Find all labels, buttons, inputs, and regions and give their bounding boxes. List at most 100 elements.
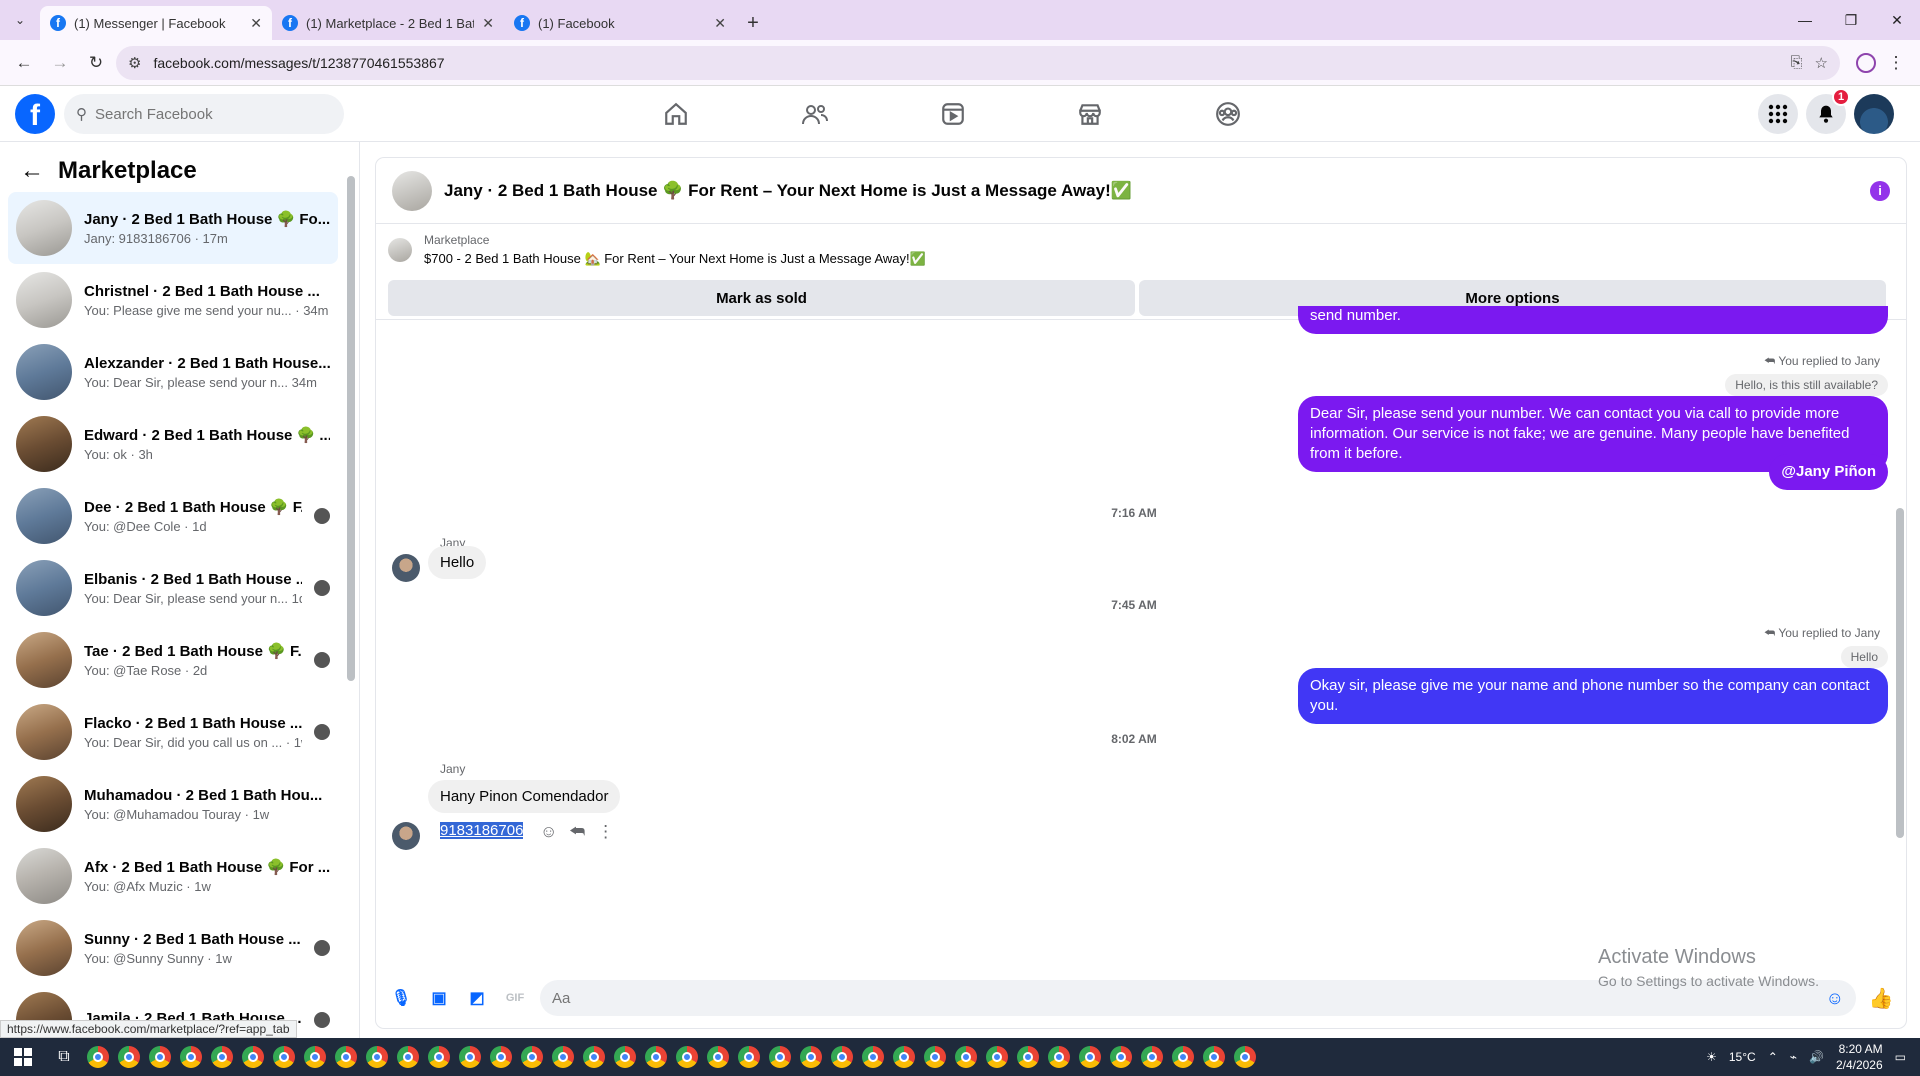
notification-center-icon[interactable]: ▭ (1895, 1050, 1906, 1064)
video-icon[interactable] (928, 96, 978, 132)
conversation-item[interactable]: Dee · 2 Bed 1 Bath House 🌳 F... You: @Dee… (8, 480, 338, 552)
more-icon[interactable]: ⋮ (597, 822, 614, 842)
react-emoji-icon[interactable]: ☺ (540, 822, 557, 842)
sticker-icon[interactable]: ◩ (464, 985, 490, 1011)
chrome-taskbar-icon[interactable] (175, 1038, 206, 1076)
reply-quote[interactable]: Hello (1840, 646, 1888, 668)
groups-icon[interactable] (1203, 96, 1253, 132)
chrome-taskbar-icon[interactable] (113, 1038, 144, 1076)
chrome-taskbar-icon[interactable] (609, 1038, 640, 1076)
volume-icon[interactable]: 🔊 (1809, 1050, 1824, 1064)
chrome-taskbar-icon[interactable] (1229, 1038, 1260, 1076)
chrome-taskbar-icon[interactable] (795, 1038, 826, 1076)
conversation-item[interactable]: Jany · 2 Bed 1 Bath House 🌳 Fo... Jany: 9… (8, 192, 338, 264)
marketplace-icon[interactable] (1065, 96, 1115, 132)
conversation-item[interactable]: Flacko · 2 Bed 1 Bath House ... You: Dear… (8, 696, 338, 768)
new-tab-button[interactable]: + (736, 6, 770, 40)
photo-icon[interactable]: ▣ (426, 985, 452, 1011)
chrome-taskbar-icon[interactable] (888, 1038, 919, 1076)
sender-avatar[interactable] (392, 554, 420, 582)
conversation-item[interactable]: Sunny · 2 Bed 1 Bath House ... You: @Sunn… (8, 912, 338, 984)
sender-avatar[interactable] (392, 822, 420, 850)
incoming-message[interactable]: Hany Pinon Comendador (428, 780, 621, 813)
chrome-taskbar-icon[interactable] (299, 1038, 330, 1076)
chat-scrollbar[interactable] (1896, 268, 1904, 908)
chrome-taskbar-icon[interactable] (82, 1038, 113, 1076)
back-icon[interactable]: ← (8, 47, 40, 79)
listing-title[interactable]: $700 - 2 Bed 1 Bath House 🏡 For Rent – Y… (424, 251, 926, 267)
chrome-taskbar-icon[interactable] (516, 1038, 547, 1076)
conversation-item[interactable]: Alexzander · 2 Bed 1 Bath House... You: D… (8, 336, 338, 408)
incoming-message[interactable]: Hello (428, 546, 487, 579)
sidebar-scrollbar[interactable] (347, 162, 355, 681)
reply-quote[interactable]: Hello, is this still available? (1725, 374, 1888, 396)
outgoing-message[interactable]: Okay sir, please give me your name and p… (1298, 668, 1888, 724)
weather-icon[interactable]: ☀ (1706, 1050, 1717, 1064)
chat-title[interactable]: Jany · 2 Bed 1 Bath House 🌳 For Rent – Y… (444, 181, 1858, 201)
search-input[interactable] (95, 105, 332, 123)
reply-icon[interactable]: ⮪ (569, 822, 585, 842)
task-view-icon[interactable]: ⧉ (46, 1038, 82, 1076)
tab-facebook[interactable]: f (1) Facebook ✕ (504, 6, 736, 40)
chrome-taskbar-icon[interactable] (485, 1038, 516, 1076)
url-field[interactable]: ⚙ facebook.com/messages/t/12387704615538… (116, 45, 1840, 80)
profile-avatar[interactable] (1854, 94, 1894, 134)
close-tab-icon[interactable]: ✕ (482, 15, 494, 32)
chrome-taskbar-icon[interactable] (981, 1038, 1012, 1076)
microphone-icon[interactable]: 🎙 (388, 985, 414, 1011)
chrome-taskbar-icon[interactable] (1043, 1038, 1074, 1076)
chrome-taskbar-icon[interactable] (857, 1038, 888, 1076)
conversation-item[interactable]: Christnel · 2 Bed 1 Bath House ... You: P… (8, 264, 338, 336)
home-icon[interactable] (651, 96, 701, 132)
chrome-taskbar-icon[interactable] (361, 1038, 392, 1076)
conversation-item[interactable]: Afx · 2 Bed 1 Bath House 🌳 For ... You: @… (8, 840, 338, 912)
incoming-message[interactable]: 9183186706 (428, 814, 535, 847)
chrome-taskbar-icon[interactable] (733, 1038, 764, 1076)
tab-messenger[interactable]: f (1) Messenger | Facebook ✕ (40, 6, 272, 40)
network-icon[interactable]: ⌁ (1790, 1050, 1797, 1064)
chrome-taskbar-icon[interactable] (423, 1038, 454, 1076)
browser-menu-icon[interactable]: ⋮ (1880, 47, 1912, 79)
minimize-icon[interactable]: — (1782, 0, 1828, 40)
close-window-icon[interactable]: ✕ (1874, 0, 1920, 40)
back-arrow-icon[interactable]: ← (20, 157, 44, 185)
browser-profile-icon[interactable] (1856, 52, 1876, 73)
chrome-taskbar-icon[interactable] (547, 1038, 578, 1076)
forward-icon[interactable]: → (44, 47, 76, 79)
install-app-icon[interactable]: ⎘ (1791, 54, 1803, 71)
chrome-taskbar-icon[interactable] (1012, 1038, 1043, 1076)
tab-marketplace[interactable]: f (1) Marketplace - 2 Bed 1 Bath H ✕ (272, 6, 504, 40)
menu-grid-icon[interactable] (1758, 94, 1798, 134)
mark-as-sold-button[interactable]: Mark as sold (388, 280, 1135, 316)
gif-icon[interactable]: GIF (502, 985, 528, 1011)
conversation-item[interactable]: Elbanis · 2 Bed 1 Bath House ... You: Dea… (8, 552, 338, 624)
chrome-taskbar-icon[interactable] (950, 1038, 981, 1076)
chrome-taskbar-icon[interactable] (702, 1038, 733, 1076)
like-thumbs-up-icon[interactable]: 👍 (1868, 985, 1894, 1011)
emoji-icon[interactable]: ☺ (1826, 988, 1844, 1009)
chrome-taskbar-icon[interactable] (578, 1038, 609, 1076)
temperature[interactable]: 15°C (1729, 1050, 1756, 1064)
bookmark-star-icon[interactable]: ☆ (1815, 54, 1828, 72)
chrome-taskbar-icon[interactable] (268, 1038, 299, 1076)
close-tab-icon[interactable]: ✕ (714, 15, 726, 32)
chrome-taskbar-icon[interactable] (764, 1038, 795, 1076)
chrome-taskbar-icon[interactable] (919, 1038, 950, 1076)
chrome-taskbar-icon[interactable] (454, 1038, 485, 1076)
selected-phone-number[interactable]: 9183186706 (440, 822, 524, 839)
info-icon[interactable]: i (1870, 180, 1890, 201)
close-tab-icon[interactable]: ✕ (250, 15, 262, 32)
facebook-search[interactable]: ⚲ (64, 94, 344, 134)
restore-icon[interactable]: ❐ (1828, 0, 1874, 40)
chrome-taskbar-icon[interactable] (392, 1038, 423, 1076)
conversation-item[interactable]: Edward · 2 Bed 1 Bath House 🌳 ... You: ok… (8, 408, 338, 480)
clock[interactable]: 8:20 AM 2/4/2026 (1836, 1041, 1883, 1073)
conversation-item[interactable]: Muhamadou · 2 Bed 1 Bath Hou... You: @Muh… (8, 768, 338, 840)
chrome-taskbar-icon[interactable] (144, 1038, 175, 1076)
chrome-taskbar-icon[interactable] (1198, 1038, 1229, 1076)
mention-message[interactable]: @Jany Piñon (1769, 454, 1888, 490)
chrome-taskbar-icon[interactable] (826, 1038, 857, 1076)
chrome-taskbar-icon[interactable] (206, 1038, 237, 1076)
site-info-icon[interactable]: ⚙ (128, 54, 141, 72)
chrome-taskbar-icon[interactable] (1074, 1038, 1105, 1076)
